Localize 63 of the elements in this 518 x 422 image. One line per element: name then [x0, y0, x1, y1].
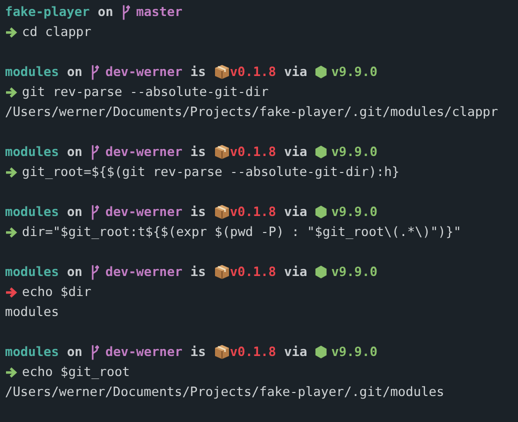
package-version: v0.1.8	[230, 64, 276, 80]
prompt-word: on	[66, 204, 82, 220]
directory-name: modules	[5, 344, 59, 360]
branch-name: dev-werner	[105, 204, 182, 220]
package-icon	[214, 204, 230, 220]
directory-name: modules	[5, 204, 59, 220]
branch-icon	[90, 64, 100, 80]
prompt-word: via	[284, 264, 308, 280]
hexagon-icon	[315, 65, 328, 79]
branch-name: dev-werner	[105, 344, 182, 360]
package-version: v0.1.8	[230, 264, 276, 280]
prompt-word: is	[190, 344, 206, 360]
prompt-word: on	[66, 144, 82, 160]
output-text: /Users/werner/Documents/Projects/fake-player/.git/modules	[5, 384, 444, 400]
directory-name: fake-player	[5, 4, 90, 20]
prompt-word: is	[190, 264, 206, 280]
output-text: modules	[5, 304, 59, 320]
hexagon-icon	[315, 345, 328, 359]
prompt-word: on	[66, 64, 82, 80]
command-text: dir="$git_root:t${$(expr $(pwd -P) : "$git_root\(.*\)")}"	[22, 224, 462, 240]
branch-icon	[90, 264, 100, 280]
directory-name: modules	[5, 64, 59, 80]
package-icon	[214, 64, 230, 80]
prompt-word: via	[284, 204, 308, 220]
command-text: cd clappr	[22, 24, 92, 40]
branch-icon	[90, 344, 100, 360]
hexagon-icon	[315, 205, 328, 219]
package-icon	[214, 264, 230, 280]
prompt-word: on	[66, 344, 82, 360]
branch-icon	[90, 144, 100, 160]
prompt-word: is	[190, 204, 206, 220]
command-text: echo $git_root	[22, 364, 130, 380]
command-text: git_root=${$(git rev-parse --absolute-git-dir):h}	[22, 164, 400, 180]
package-version: v0.1.8	[230, 344, 276, 360]
prompt-word: on	[98, 4, 114, 20]
branch-name: master	[136, 4, 182, 20]
node-version: v9.9.0	[331, 344, 378, 360]
directory-name: modules	[5, 264, 59, 280]
package-version: v0.1.8	[230, 204, 276, 220]
directory-name: modules	[5, 144, 59, 160]
node-version: v9.9.0	[331, 64, 378, 80]
package-icon	[214, 144, 230, 160]
prompt-word: via	[284, 144, 308, 160]
prompt-word: via	[284, 64, 308, 80]
prompt-word: via	[284, 344, 308, 360]
branch-icon	[90, 204, 100, 220]
output-text: /Users/werner/Documents/Projects/fake-player/.git/modules/clappr	[5, 104, 498, 120]
prompt-word: is	[190, 144, 206, 160]
hexagon-icon	[315, 265, 328, 279]
node-version: v9.9.0	[331, 204, 378, 220]
branch-name: dev-werner	[105, 144, 182, 160]
prompt-word: is	[190, 64, 206, 80]
node-version: v9.9.0	[331, 264, 378, 280]
package-version: v0.1.8	[230, 144, 276, 160]
branch-name: dev-werner	[105, 264, 182, 280]
branch-icon	[121, 4, 130, 20]
command-text: echo $dir	[22, 284, 92, 300]
prompt-word: on	[66, 264, 82, 280]
command-text: git rev-parse --absolute-git-dir	[22, 84, 269, 100]
hexagon-icon	[315, 145, 328, 159]
branch-name: dev-werner	[105, 64, 182, 80]
package-icon	[214, 344, 230, 360]
node-version: v9.9.0	[331, 144, 378, 160]
